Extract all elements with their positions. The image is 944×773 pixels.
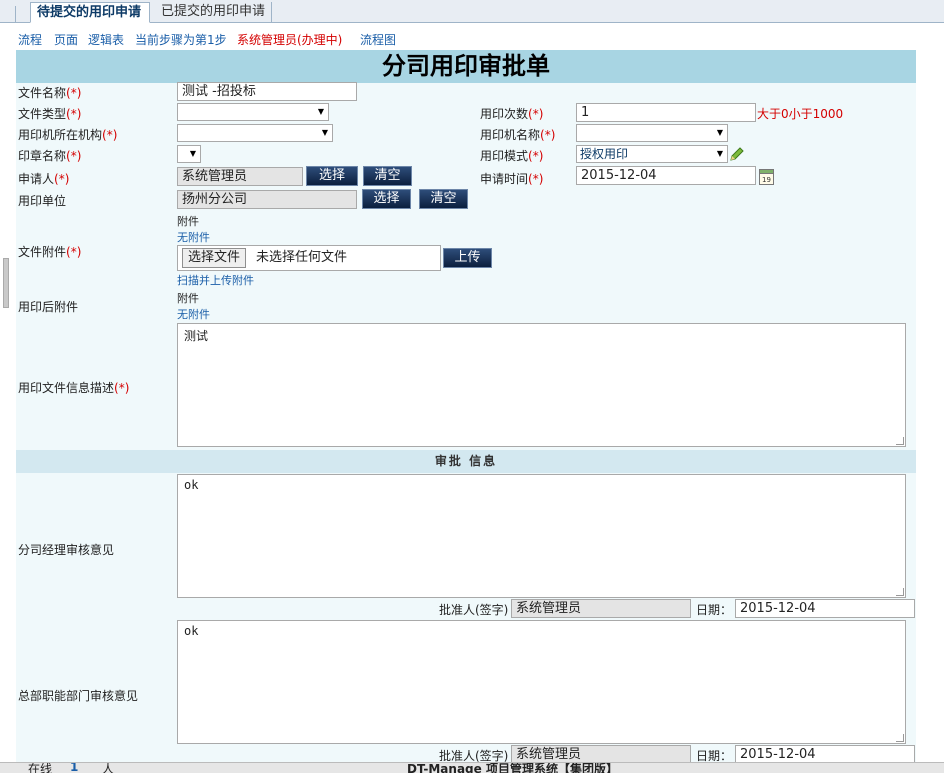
hq-opinion-label: 总部职能部门审核意见: [18, 689, 139, 703]
branch-opinion-label: 分司经理审核意见: [18, 543, 115, 557]
resize-grip-icon[interactable]: [896, 734, 904, 742]
dropdown-arrow-icon: ▼: [317, 107, 324, 116]
tab-stub: [15, 6, 25, 23]
attachment-label: 文件附件(*): [18, 245, 82, 259]
dropdown-arrow-icon: ▼: [321, 128, 328, 137]
applicant-clear-button[interactable]: 清空: [363, 166, 412, 186]
tab-pending-applications[interactable]: 待提交的用印申请: [30, 2, 150, 23]
applicant-input: 系统管理员: [177, 167, 303, 186]
dropdown-arrow-icon: ▼: [716, 149, 723, 158]
machine-org-label: 用印机所在机构(*): [18, 128, 118, 142]
sidebar-collapse-handle[interactable]: [3, 258, 9, 308]
dropdown-arrow-icon: ▼: [716, 128, 723, 137]
flow-link[interactable]: 流程: [18, 31, 42, 48]
tab-bar: 待提交的用印申请 已提交的用印申请: [0, 0, 944, 23]
use-count-hint: 大于0小于1000: [757, 107, 844, 121]
unit-input: 扬州分公司: [177, 190, 357, 209]
form-title: 分司用印审批单: [16, 50, 916, 83]
tab-submitted-applications[interactable]: 已提交的用印申请: [155, 2, 273, 23]
description-textarea[interactable]: 测试: [177, 323, 906, 447]
file-input[interactable]: 选择文件 未选择任何文件: [177, 245, 441, 271]
mode-label: 用印模式(*): [480, 149, 544, 163]
after-attachment-none-link[interactable]: 无附件: [177, 306, 210, 322]
branch-approver-label: 批准人(签字): [439, 603, 509, 617]
file-type-label: 文件类型(*): [18, 107, 82, 121]
branch-date-input[interactable]: 2015-12-04: [735, 599, 915, 618]
page-link[interactable]: 页面: [54, 31, 78, 48]
applicant-label: 申请人(*): [18, 172, 70, 186]
apply-time-input[interactable]: 2015-12-04: [576, 166, 756, 185]
handler-status: 系统管理员(办理中): [237, 33, 343, 47]
approval-section-header: 审批 信息: [16, 450, 916, 473]
scan-upload-link[interactable]: 扫描并上传附件: [177, 272, 254, 288]
online-count[interactable]: 1: [70, 763, 78, 773]
seal-name-select[interactable]: ▼: [177, 145, 201, 163]
resize-grip-icon[interactable]: [896, 437, 904, 445]
unit-clear-button[interactable]: 清空: [419, 189, 468, 209]
unit-select-button[interactable]: 选择: [362, 189, 411, 209]
after-attachment-label: 用印后附件: [18, 300, 79, 314]
calendar-icon[interactable]: 19: [759, 168, 774, 185]
file-type-select[interactable]: ▼: [177, 103, 329, 121]
file-name-label: 文件名称(*): [18, 86, 82, 100]
edit-pencil-icon[interactable]: [729, 146, 745, 162]
system-name: DT-Manage 项目管理系统【集团版】: [407, 762, 618, 773]
attachment-caption: 附件: [177, 215, 199, 228]
status-bar: 在线 1 人 DT-Manage 项目管理系统【集团版】: [0, 762, 944, 773]
choose-file-button[interactable]: 选择文件: [182, 248, 247, 268]
dropdown-arrow-icon: ▼: [189, 149, 196, 158]
flowchart-link[interactable]: 流程图: [360, 31, 396, 48]
use-count-label: 用印次数(*): [480, 107, 544, 121]
applicant-select-button[interactable]: 选择: [306, 166, 358, 186]
mode-select[interactable]: 授权用印 ▼: [576, 145, 728, 163]
logic-table-link[interactable]: 逻辑表: [88, 31, 124, 48]
branch-opinion-textarea[interactable]: ok: [177, 474, 906, 598]
svg-text:19: 19: [762, 176, 771, 184]
machine-org-select[interactable]: ▼: [177, 124, 333, 142]
online-label: 在线: [28, 762, 53, 773]
no-file-text: 未选择任何文件: [256, 250, 348, 265]
unit-label: 用印单位: [18, 194, 67, 208]
hq-opinion-textarea[interactable]: ok: [177, 620, 906, 744]
file-name-input[interactable]: 测试 -招投标: [177, 82, 357, 101]
online-unit: 人: [102, 762, 115, 773]
resize-grip-icon[interactable]: [896, 588, 904, 596]
seal-name-label: 印章名称(*): [18, 149, 82, 163]
after-attachment-caption: 附件: [177, 292, 199, 305]
branch-approver-input: 系统管理员: [511, 599, 691, 618]
machine-name-select[interactable]: ▼: [576, 124, 728, 142]
upload-button[interactable]: 上传: [443, 248, 492, 268]
branch-date-label: 日期：: [696, 603, 733, 617]
use-count-input[interactable]: 1: [576, 103, 756, 122]
current-step-text: 当前步骤为第1步: [135, 33, 227, 47]
attachment-none-link[interactable]: 无附件: [177, 229, 210, 245]
machine-name-label: 用印机名称(*): [480, 128, 556, 142]
description-label: 用印文件信息描述(*): [18, 381, 130, 395]
apply-time-label: 申请时间(*): [480, 172, 544, 186]
